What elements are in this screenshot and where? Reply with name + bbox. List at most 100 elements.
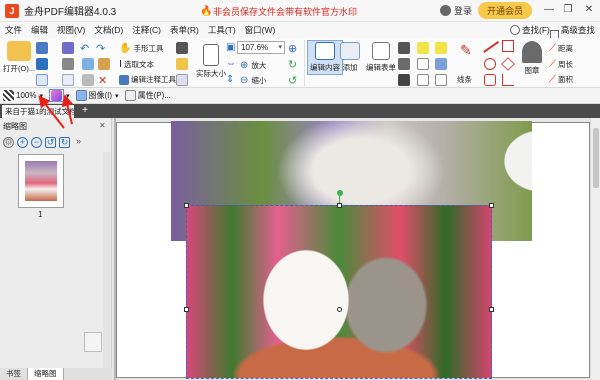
plus-circle-icon[interactable]: ⊕ [288,42,297,55]
image-menu-button[interactable]: 图像(I) ▾ [75,90,119,101]
hand-tool-button[interactable]: ✋ 手形工具 [119,43,163,54]
properties-button[interactable]: 属性(P)... [124,90,171,101]
highlight-text-icon[interactable] [417,42,429,54]
copy-icon[interactable] [82,74,94,86]
cloud-tool-icon[interactable] [484,74,496,86]
strikeout-icon[interactable] [417,58,429,70]
resize-handle-nw[interactable] [184,203,189,208]
callout-icon[interactable] [435,74,447,86]
rotate-ccw-icon[interactable]: ↺ [288,74,297,87]
cut-icon[interactable] [82,58,94,70]
tab-thumbnails[interactable]: 缩略图 [27,368,64,380]
menu-tools[interactable]: 工具(T) [204,24,240,36]
delete-icon[interactable]: ✕ [98,74,107,87]
settings-icon[interactable]: ⚙ [3,136,14,148]
menu-form[interactable]: 表单(R) [166,24,203,36]
arrow-tool-icon[interactable] [483,40,499,53]
login-button[interactable]: 登录 [440,4,472,17]
edit-form-button[interactable]: 编辑表单 [366,42,396,73]
thumbnail-image [25,161,57,201]
resize-handle-w[interactable] [184,307,189,312]
rotate-right-icon[interactable]: ↻ [59,136,70,148]
scroll-thumb[interactable] [593,128,599,188]
print-icon[interactable] [62,58,74,70]
clipboard-icon[interactable] [176,58,188,70]
color-picker-button[interactable] [48,89,64,102]
select-text-button[interactable]: Ⅰ 选取文本 [119,59,154,70]
rectangle-tool-icon[interactable] [502,40,514,52]
paste-icon[interactable] [98,58,110,70]
new-doc-icon[interactable] [36,42,48,54]
menu-window[interactable]: 窗口(W) [241,24,280,36]
tab-bookmarks[interactable]: 书签 [0,368,27,380]
list-tool-icon[interactable] [398,74,410,86]
perimeter-button[interactable]: ⟋ 周长 [549,59,573,70]
polygon-tool-icon[interactable] [501,57,515,71]
resize-handle-e[interactable] [489,307,494,312]
text-field-icon[interactable] [398,42,410,54]
combine-icon[interactable] [62,42,74,54]
menu-document[interactable]: 文档(D) [90,24,127,36]
fit-width-icon[interactable]: ⇔ [226,58,236,69]
zoom-out-button[interactable]: ⊖ 缩小 [240,75,266,86]
panel-scrollbar[interactable] [103,152,111,370]
crop-icon[interactable] [176,74,188,86]
rotate-left-icon[interactable]: ↺ [45,136,56,148]
minimize-icon[interactable]: — [542,3,556,17]
zoom-dropdown[interactable]: 107.6% [237,41,285,54]
menu-comment[interactable]: 注释(C) [128,24,165,36]
zoom-in-button[interactable]: ⊕ 放大 [240,60,266,71]
edit-content-button[interactable]: 编辑内容 [307,40,343,75]
new-tab-button[interactable]: + [80,105,90,117]
zoom-out-thumb-icon[interactable]: − [31,136,42,148]
line-button[interactable]: 线条 [457,74,472,85]
promo-banner[interactable]: 🔥 非会员保存文件会带有软件官方水印 [200,5,357,18]
find-button[interactable]: 查找(F) [510,24,550,36]
open-button[interactable]: 打开(O)... [3,41,35,74]
page-thumbnail[interactable] [18,154,64,208]
vertical-scrollbar[interactable] [590,118,600,380]
close-icon[interactable]: ✕ [582,3,596,17]
rotation-handle[interactable] [337,190,343,196]
comment-icon[interactable] [435,42,447,54]
actual-size-button[interactable]: 实际大小 [196,44,226,79]
zoom-in-thumb-icon[interactable]: + [17,136,28,148]
stamp-button[interactable]: 图章 [522,41,542,76]
attach-icon[interactable] [435,58,447,70]
edit-annot-button[interactable]: 编辑注释工具 [119,74,176,85]
fit-page-icon[interactable]: ▣ [226,42,235,53]
export-icon[interactable] [36,74,48,86]
close-tab-icon[interactable]: ✕ [66,105,72,118]
resize-handle-ne[interactable] [489,203,494,208]
pencil-icon[interactable]: ✎ [460,42,472,59]
distance-button[interactable]: ⟋ 距离 [549,43,573,54]
vip-button[interactable]: 开通会员 [478,2,532,19]
resize-handle-n[interactable] [337,203,342,208]
rotate-cw-icon[interactable]: ↻ [288,58,297,71]
checkbox-tool-icon[interactable] [398,58,410,70]
save-icon[interactable] [36,58,48,70]
opacity-dropdown[interactable]: 100% ▾ [3,90,43,101]
typewriter-icon[interactable] [417,74,429,86]
area-button[interactable]: ⟋ 面积 [549,74,573,85]
menu-view[interactable]: 视图(V) [53,24,89,36]
menu-edit[interactable]: 编辑 [27,24,52,36]
document-tab[interactable]: 来自于猫1的测试文档 ✕ [2,105,74,118]
ellipse-tool-icon[interactable] [484,58,496,70]
more-icon[interactable]: » [73,136,84,148]
restore-icon[interactable]: ❐ [561,3,575,17]
color-chevron-icon[interactable]: ▾ [66,92,70,100]
folder-icon [7,41,32,61]
snapshot-icon[interactable] [176,42,188,54]
opacity-value: 100% [16,91,37,100]
page-icon[interactable] [62,74,74,86]
fit-height-icon[interactable]: ⇕ [226,74,234,85]
polyline-tool-icon[interactable] [502,74,514,86]
redo-icon[interactable]: ↷ [96,42,105,55]
splitter[interactable] [114,118,116,380]
add-button[interactable]: 添加 [340,42,360,73]
menu-file[interactable]: 文件 [1,24,26,36]
actual-size-icon [203,44,219,66]
undo-icon[interactable]: ↶ [80,42,89,55]
panel-close-icon[interactable]: ✕ [99,121,106,130]
